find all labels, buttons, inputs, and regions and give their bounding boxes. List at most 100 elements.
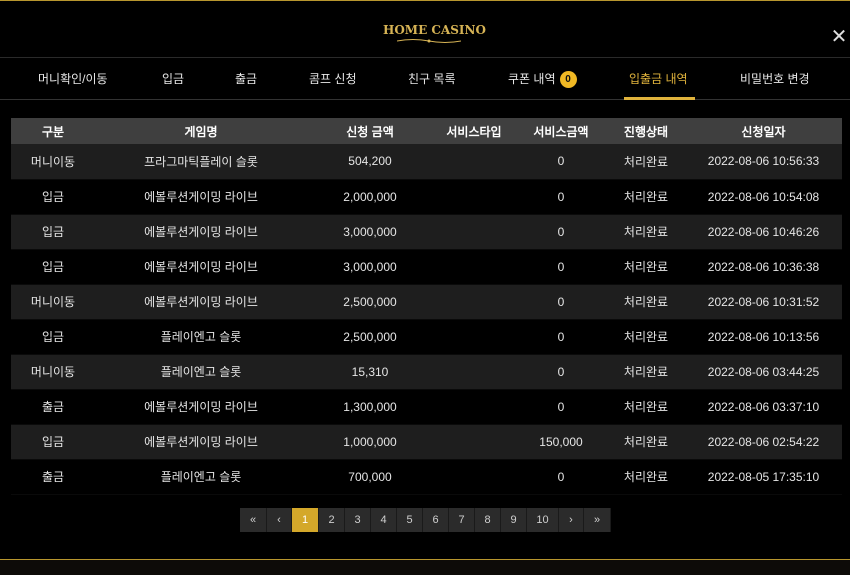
cell-status: 처리완료 [607,424,685,460]
first-page-button[interactable]: « [240,508,267,532]
cell-service-amount: 150,000 [515,424,607,460]
cell-status: 처리완료 [607,319,685,355]
cell-status: 처리완료 [607,144,685,180]
cell-amount: 700,000 [307,459,433,495]
cell-amount: 1,000,000 [307,424,433,460]
cell-game: 프라그마틱플레이 슬롯 [95,144,307,180]
tab-change-password[interactable]: 비밀번호 변경 [740,58,810,100]
col-header-game: 게임명 [95,118,307,144]
cell-service-amount: 0 [515,319,607,355]
table-row: 머니이동 프라그마틱플레이 슬롯 504,200 0 처리완료 2022-08-06 10… [11,144,842,180]
page-2-button[interactable]: 2 [319,508,345,532]
cell-amount: 3,000,000 [307,249,433,285]
cell-service-type [433,459,515,495]
cell-game: 플레이엔고 슬롯 [95,319,307,355]
prev-page-button[interactable]: ‹ [267,508,292,532]
cell-type: 머니이동 [11,284,95,320]
cell-service-type [433,214,515,250]
cell-date: 2022-08-06 10:31:52 [685,284,842,320]
cell-service-type [433,144,515,180]
cell-service-type [433,179,515,215]
page-1-button[interactable]: 1 [292,508,319,532]
cell-game: 에볼루션게이밍 라이브 [95,424,307,460]
col-header-status: 진행상태 [607,118,685,144]
table-row: 출금 플레이엔고 슬롯 700,000 0 처리완료 2022-08-05 17:35:1… [11,459,842,495]
cell-game: 플레이엔고 슬롯 [95,354,307,390]
cell-status: 처리완료 [607,354,685,390]
cell-date: 2022-08-06 10:13:56 [685,319,842,355]
cell-service-type [433,389,515,425]
cell-date: 2022-08-06 02:54:22 [685,424,842,460]
table-header-row: 구분 게임명 신청 금액 서비스타입 서비스금액 진행상태 신청일자 [11,118,842,144]
cell-type: 입금 [11,249,95,285]
table-row: 머니이동 플레이엔고 슬롯 15,310 0 처리완료 2022-08-06 03:44:… [11,354,842,390]
col-header-date: 신청일자 [685,118,842,144]
cell-amount: 3,000,000 [307,214,433,250]
tab-deposit[interactable]: 입금 [162,58,184,100]
cell-date: 2022-08-06 03:37:10 [685,389,842,425]
col-header-service-amount: 서비스금액 [515,118,607,144]
page-9-button[interactable]: 9 [501,508,527,532]
table-row: 입금 에볼루션게이밍 라이브 2,000,000 0 처리완료 2022-08-06 10… [11,179,842,215]
tab-transaction-history[interactable]: 입출금 내역 [629,58,688,100]
logo-text: HOME CASINO [383,23,486,37]
cell-type: 머니이동 [11,354,95,390]
cell-amount: 2,500,000 [307,284,433,320]
tab-coupon-label: 쿠폰 내역 [508,72,556,86]
page-7-button[interactable]: 7 [449,508,475,532]
table-row: 출금 에볼루션게이밍 라이브 1,300,000 0 처리완료 2022-08-06 03… [11,389,842,425]
cell-amount: 15,310 [307,354,433,390]
cell-service-type [433,354,515,390]
modal-header: HOME CASINO ✕ [0,0,850,58]
cell-type: 입금 [11,179,95,215]
col-header-service-type: 서비스타입 [433,118,515,144]
cell-service-type [433,249,515,285]
page-3-button[interactable]: 3 [345,508,371,532]
cell-date: 2022-08-06 10:54:08 [685,179,842,215]
cell-service-type [433,424,515,460]
close-icon[interactable]: ✕ [830,26,848,46]
cell-game: 플레이엔고 슬롯 [95,459,307,495]
page-10-button[interactable]: 10 [527,508,559,532]
tab-coupon-history[interactable]: 쿠폰 내역 0 [508,58,577,100]
tab-bar: 머니확인/이동 입금 출금 콤프 신청 친구 목록 쿠폰 내역 0 입출금 내역 … [0,58,850,100]
page-5-button[interactable]: 5 [397,508,423,532]
table-row: 머니이동 에볼루션게이밍 라이브 2,500,000 0 처리완료 2022-08-06 … [11,284,842,320]
table-row: 입금 플레이엔고 슬롯 2,500,000 0 처리완료 2022-08-06 10:13… [11,319,842,355]
col-header-amount: 신청 금액 [307,118,433,144]
home-casino-logo: HOME CASINO [383,23,486,45]
page-8-button[interactable]: 8 [475,508,501,532]
cell-type: 출금 [11,389,95,425]
last-page-button[interactable]: » [584,508,611,532]
cell-date: 2022-08-05 17:35:10 [685,459,842,495]
cell-game: 에볼루션게이밍 라이브 [95,249,307,285]
cell-service-type [433,284,515,320]
next-page-button[interactable]: › [559,508,584,532]
tab-money-check[interactable]: 머니확인/이동 [38,58,108,100]
tab-comp-request[interactable]: 콤프 신청 [309,58,357,100]
history-table: 구분 게임명 신청 금액 서비스타입 서비스금액 진행상태 신청일자 머니이동 프… [11,118,842,495]
page-4-button[interactable]: 4 [371,508,397,532]
cell-game: 에볼루션게이밍 라이브 [95,284,307,320]
footer-strip [0,560,850,575]
cell-amount: 504,200 [307,144,433,180]
cell-date: 2022-08-06 10:46:26 [685,214,842,250]
cell-service-amount: 0 [515,249,607,285]
cell-date: 2022-08-06 10:56:33 [685,144,842,180]
cell-type: 입금 [11,319,95,355]
cell-status: 처리완료 [607,179,685,215]
cell-status: 처리완료 [607,459,685,495]
table-row: 입금 에볼루션게이밍 라이브 1,000,000 150,000 처리완료 2022-08… [11,424,842,460]
cell-service-amount: 0 [515,144,607,180]
cell-amount: 1,300,000 [307,389,433,425]
page-6-button[interactable]: 6 [423,508,449,532]
tab-withdraw[interactable]: 출금 [235,58,257,100]
cell-status: 처리완료 [607,284,685,320]
cell-service-amount: 0 [515,179,607,215]
cell-service-amount: 0 [515,354,607,390]
table-row: 입금 에볼루션게이밍 라이브 3,000,000 0 처리완료 2022-08-06 10… [11,249,842,285]
cell-game: 에볼루션게이밍 라이브 [95,389,307,425]
history-table-container: 구분 게임명 신청 금액 서비스타입 서비스금액 진행상태 신청일자 머니이동 프… [11,118,842,495]
tab-friend-list[interactable]: 친구 목록 [408,58,456,100]
cell-service-amount: 0 [515,389,607,425]
